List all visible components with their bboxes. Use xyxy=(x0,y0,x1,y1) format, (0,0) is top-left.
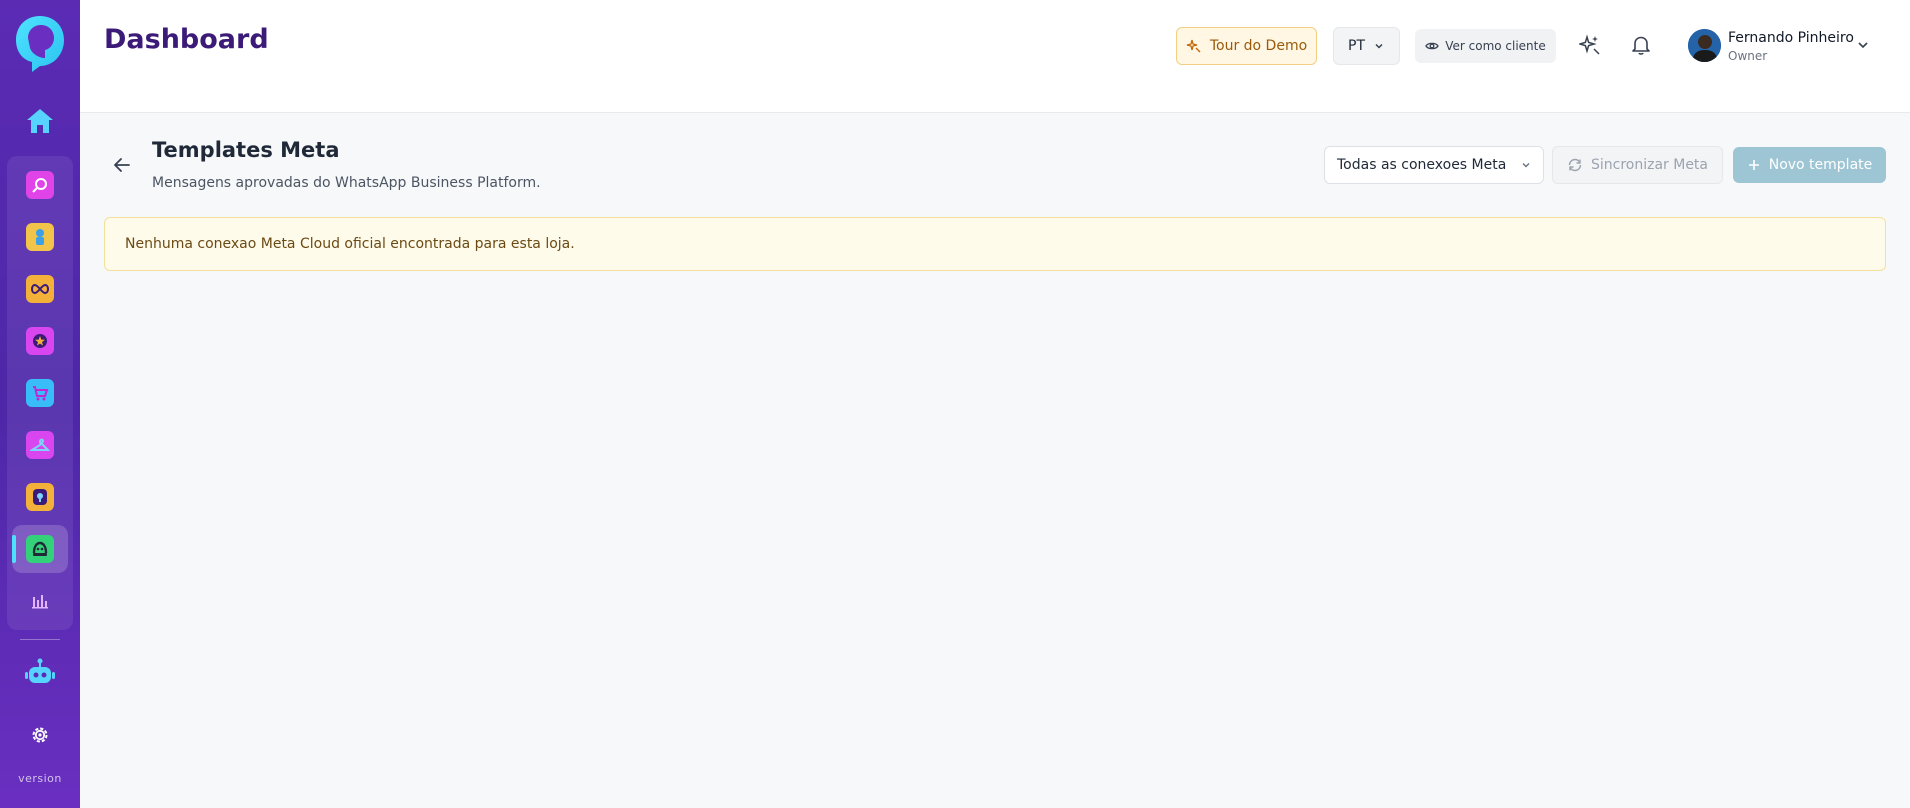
new-template-label: Novo template xyxy=(1768,157,1873,173)
cart-app-icon[interactable] xyxy=(26,379,54,407)
chevron-down-icon xyxy=(1375,43,1383,49)
meta-connection-select[interactable]: Todas as conexoes Meta xyxy=(1324,146,1544,184)
settings-gear-icon[interactable] xyxy=(29,724,51,746)
view-as-client-button[interactable]: Ver como cliente xyxy=(1415,29,1556,63)
hanger-app-icon[interactable] xyxy=(26,431,54,459)
sidebar: version xyxy=(0,0,80,808)
robot-icon[interactable] xyxy=(25,658,55,686)
chevron-down-icon xyxy=(1522,163,1530,168)
pin-app-icon[interactable] xyxy=(26,483,54,511)
meta-connection-value: Todas as conexoes Meta xyxy=(1337,157,1507,173)
tour-demo-button[interactable]: Tour do Demo xyxy=(1176,27,1317,65)
bell-icon[interactable] xyxy=(1630,34,1652,56)
plus-icon xyxy=(1748,160,1759,170)
brand-logo-icon[interactable] xyxy=(14,14,66,74)
bot-app-icon[interactable] xyxy=(26,535,54,563)
user-role: Owner xyxy=(1728,49,1768,63)
star-app-icon[interactable] xyxy=(26,327,54,355)
ai-sparkles-icon[interactable] xyxy=(1579,34,1601,56)
eye-icon xyxy=(1425,42,1439,50)
page-title: Dashboard xyxy=(104,24,269,55)
alert-text: Nenhuma conexao Meta Cloud oficial encon… xyxy=(125,236,575,252)
sidebar-divider xyxy=(20,639,60,640)
tour-demo-label: Tour do Demo xyxy=(1209,38,1308,54)
user-name[interactable]: Fernando Pinheiro xyxy=(1728,30,1854,46)
section-title: Templates Meta xyxy=(152,138,340,162)
search-app-icon[interactable] xyxy=(26,171,54,199)
no-connection-alert: Nenhuma conexao Meta Cloud oficial encon… xyxy=(104,217,1886,271)
section-subtitle: Mensagens aprovadas do WhatsApp Business… xyxy=(152,175,541,191)
new-template-button[interactable]: Novo template xyxy=(1733,147,1886,183)
top-header: Dashboard Tour do Demo PT Ver como clien… xyxy=(80,0,1910,113)
home-nav-item[interactable] xyxy=(21,104,59,138)
user-avatar[interactable] xyxy=(1688,29,1721,62)
refresh-icon xyxy=(1568,158,1582,172)
language-select[interactable]: PT xyxy=(1333,27,1400,65)
active-indicator xyxy=(12,535,16,563)
sync-meta-button[interactable]: Sincronizar Meta xyxy=(1552,146,1723,184)
person-app-icon[interactable] xyxy=(26,223,54,251)
infinity-app-icon[interactable] xyxy=(26,275,54,303)
view-as-client-label: Ver como cliente xyxy=(1445,39,1546,53)
home-icon xyxy=(27,109,53,133)
sync-meta-label: Sincronizar Meta xyxy=(1590,157,1709,173)
back-arrow-icon[interactable] xyxy=(110,153,134,177)
version-label: version xyxy=(18,772,62,785)
language-value: PT xyxy=(1348,38,1365,54)
chart-app-icon[interactable] xyxy=(26,587,54,615)
user-menu-chevron-down-icon[interactable] xyxy=(1856,38,1870,52)
sparkle-icon xyxy=(1186,39,1201,53)
